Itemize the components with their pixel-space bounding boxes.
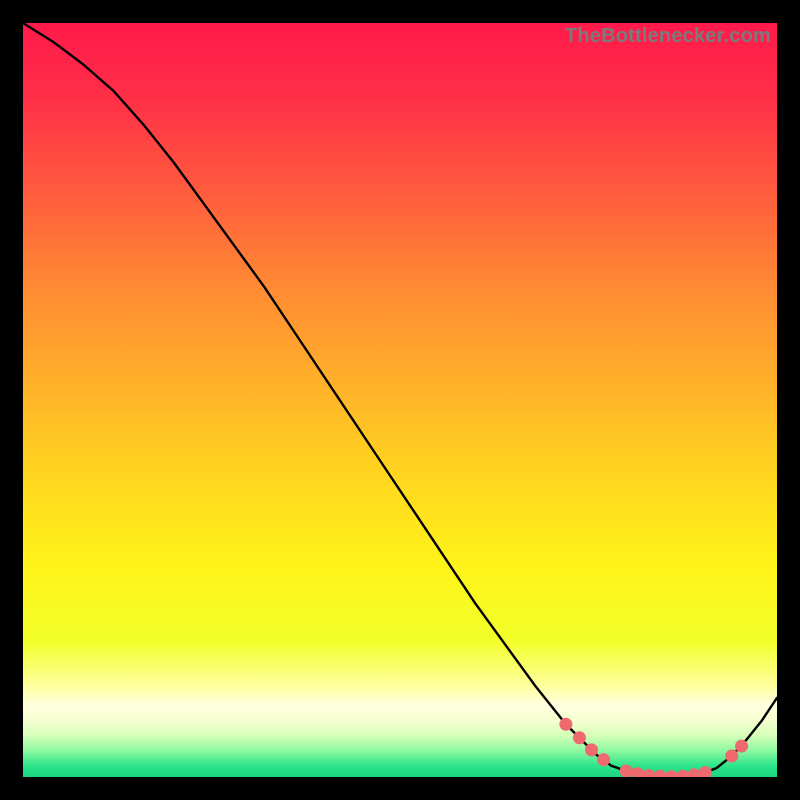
curve-marker — [559, 718, 572, 731]
chart-svg — [23, 23, 777, 777]
gradient-background — [23, 23, 777, 777]
curve-marker — [735, 740, 748, 753]
chart-frame: TheBottlenecker.com — [23, 23, 777, 777]
curve-marker — [573, 731, 586, 744]
curve-marker — [585, 743, 598, 756]
attribution-label: TheBottlenecker.com — [565, 25, 771, 48]
curve-marker — [620, 764, 633, 777]
curve-marker — [725, 749, 738, 762]
curve-marker — [597, 753, 610, 766]
